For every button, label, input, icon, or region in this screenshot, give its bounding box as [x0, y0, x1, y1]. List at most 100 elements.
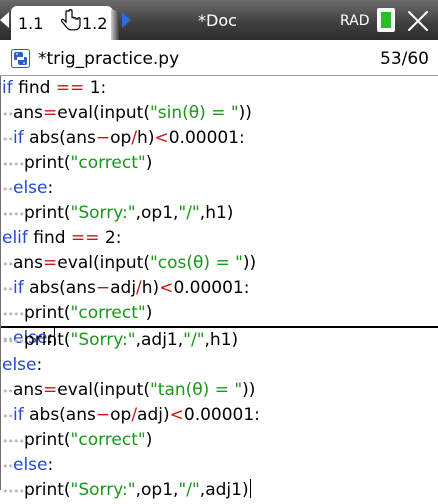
code-line[interactable]: ••if abs(ans−op/adj)<0.00001:	[1, 403, 438, 428]
indent-marker: ••	[2, 108, 14, 121]
code-token: print(	[23, 480, 71, 500]
nav-right-icon[interactable]	[122, 12, 131, 28]
code-token: −	[95, 405, 111, 425]
file-name: *trig_practice.py	[38, 49, 180, 69]
code-token: <	[154, 128, 169, 148]
indent-marker: ••	[2, 410, 14, 423]
code-token: if	[2, 78, 13, 98]
code-token: 0.00001:	[173, 278, 250, 298]
code-token: print(	[23, 153, 71, 173]
code-token: "Sorry:"	[70, 203, 136, 223]
code-token: ))	[242, 380, 256, 400]
code-line[interactable]: else:	[1, 353, 438, 378]
code-token: find	[27, 228, 71, 248]
code-token: ,adj1)	[199, 480, 249, 500]
code-token: :	[36, 355, 43, 375]
code-token: "Sorry:"	[70, 330, 136, 350]
code-line[interactable]: ••••print("correct")	[1, 428, 438, 453]
code-token: h)	[137, 128, 155, 148]
code-token: print(	[23, 330, 71, 350]
code-token: 0.00001:	[168, 128, 245, 148]
code-token: else	[2, 355, 37, 375]
indent-marker: ••	[2, 133, 14, 146]
code-token: adj	[110, 278, 137, 298]
indent-marker: ••	[2, 385, 14, 398]
code-token: <	[159, 278, 174, 298]
code-token: ))	[242, 253, 257, 273]
document-title: *Doc	[198, 11, 237, 30]
code-token: =	[43, 380, 58, 400]
editor-pane-top[interactable]: if find == 1: ••ans=eval(input("sin(θ) = …	[1, 76, 438, 348]
code-editor[interactable]: if find == 1: ••ans=eval(input("sin(θ) = …	[0, 76, 438, 500]
code-token: "correct"	[70, 153, 146, 173]
code-token: op	[110, 405, 132, 425]
code-token: <	[169, 405, 184, 425]
code-token: ,op1,	[135, 203, 179, 223]
tab-1-2-label[interactable]: 1.2	[82, 14, 107, 33]
python-icon	[11, 49, 30, 68]
code-token: else	[12, 178, 48, 198]
code-token: )	[145, 430, 153, 450]
code-line[interactable]: ••••print("Sorry:",op1,"/",h1)	[1, 201, 438, 226]
code-token: =	[43, 253, 58, 273]
hand-cursor-icon	[60, 9, 81, 31]
code-token: 2:	[99, 228, 122, 248]
code-line[interactable]: ••ans=eval(input("cos(θ) = "))	[1, 251, 438, 276]
code-line[interactable]: ••if abs(ans−op/h)<0.00001:	[1, 126, 438, 151]
close-icon[interactable]	[404, 7, 432, 35]
code-line[interactable]: if find == 1:	[1, 76, 438, 101]
code-token: :	[47, 178, 54, 198]
text-cursor	[249, 479, 251, 498]
code-token: elif	[2, 228, 28, 248]
code-token: eval(input(	[57, 380, 150, 400]
code-token: ans	[12, 253, 44, 273]
battery-icon	[377, 8, 395, 32]
code-line[interactable]: ••••print("Sorry:",op1,"/",adj1)	[1, 478, 438, 503]
code-token: ans	[12, 103, 44, 123]
code-line[interactable]: ••ans=eval(input("tan(θ) = "))	[1, 378, 438, 403]
code-token: else	[12, 455, 48, 475]
tab-edge	[111, 10, 119, 40]
code-token: find	[12, 78, 56, 98]
indent-marker: ••	[2, 258, 14, 271]
code-token: )	[145, 303, 153, 323]
tab-bar: 1.1 1.2 *Doc RAD	[0, 0, 438, 40]
code-token: "cos(θ) = "	[149, 253, 243, 273]
code-token: if	[12, 128, 24, 148]
code-token: ==	[55, 78, 85, 98]
code-line[interactable]: ••••print("correct")	[1, 301, 438, 326]
code-line[interactable]: elif find == 2:	[1, 226, 438, 251]
code-token: "/"	[178, 203, 200, 223]
code-token: "/"	[183, 330, 205, 350]
code-token: −	[95, 278, 111, 298]
code-token: print(	[23, 303, 71, 323]
code-token: =	[43, 103, 58, 123]
code-token: abs(ans	[23, 405, 96, 425]
code-token: h)	[141, 278, 160, 298]
code-token: "Sorry:"	[70, 480, 136, 500]
code-token: ,adj1,	[135, 330, 184, 350]
code-token: print(	[23, 430, 71, 450]
indent-marker: ••	[2, 460, 14, 473]
nav-left-icon[interactable]	[0, 12, 9, 28]
code-line[interactable]: ••else:	[1, 453, 438, 478]
code-token: "sin(θ) = "	[149, 103, 239, 123]
editor-pane-bottom[interactable]: ••••print("Sorry:",adj1,"/",h1) else: ••an…	[1, 328, 438, 500]
indent-marker: ••••	[2, 485, 25, 498]
code-token: ans	[12, 380, 44, 400]
code-token: if	[12, 405, 24, 425]
code-line[interactable]: ••if abs(ans−adj/h)<0.00001:	[1, 276, 438, 301]
indent-marker: ••••	[2, 308, 25, 321]
code-token: ==	[70, 228, 100, 248]
indent-marker: ••••	[2, 208, 25, 221]
code-line[interactable]: ••ans=eval(input("sin(θ) = "))	[1, 101, 438, 126]
code-line[interactable]: ••••print("correct")	[1, 151, 438, 176]
code-line[interactable]: ••••print("Sorry:",adj1,"/",h1)	[1, 328, 438, 353]
code-line[interactable]: ••else:	[1, 176, 438, 201]
code-token: ,op1,	[135, 480, 179, 500]
file-header: *trig_practice.py 53/60	[0, 40, 438, 76]
code-token: "tan(θ) = "	[149, 380, 243, 400]
code-token: eval(input(	[57, 253, 150, 273]
code-token: "correct"	[70, 303, 146, 323]
code-token: ))	[238, 103, 252, 123]
